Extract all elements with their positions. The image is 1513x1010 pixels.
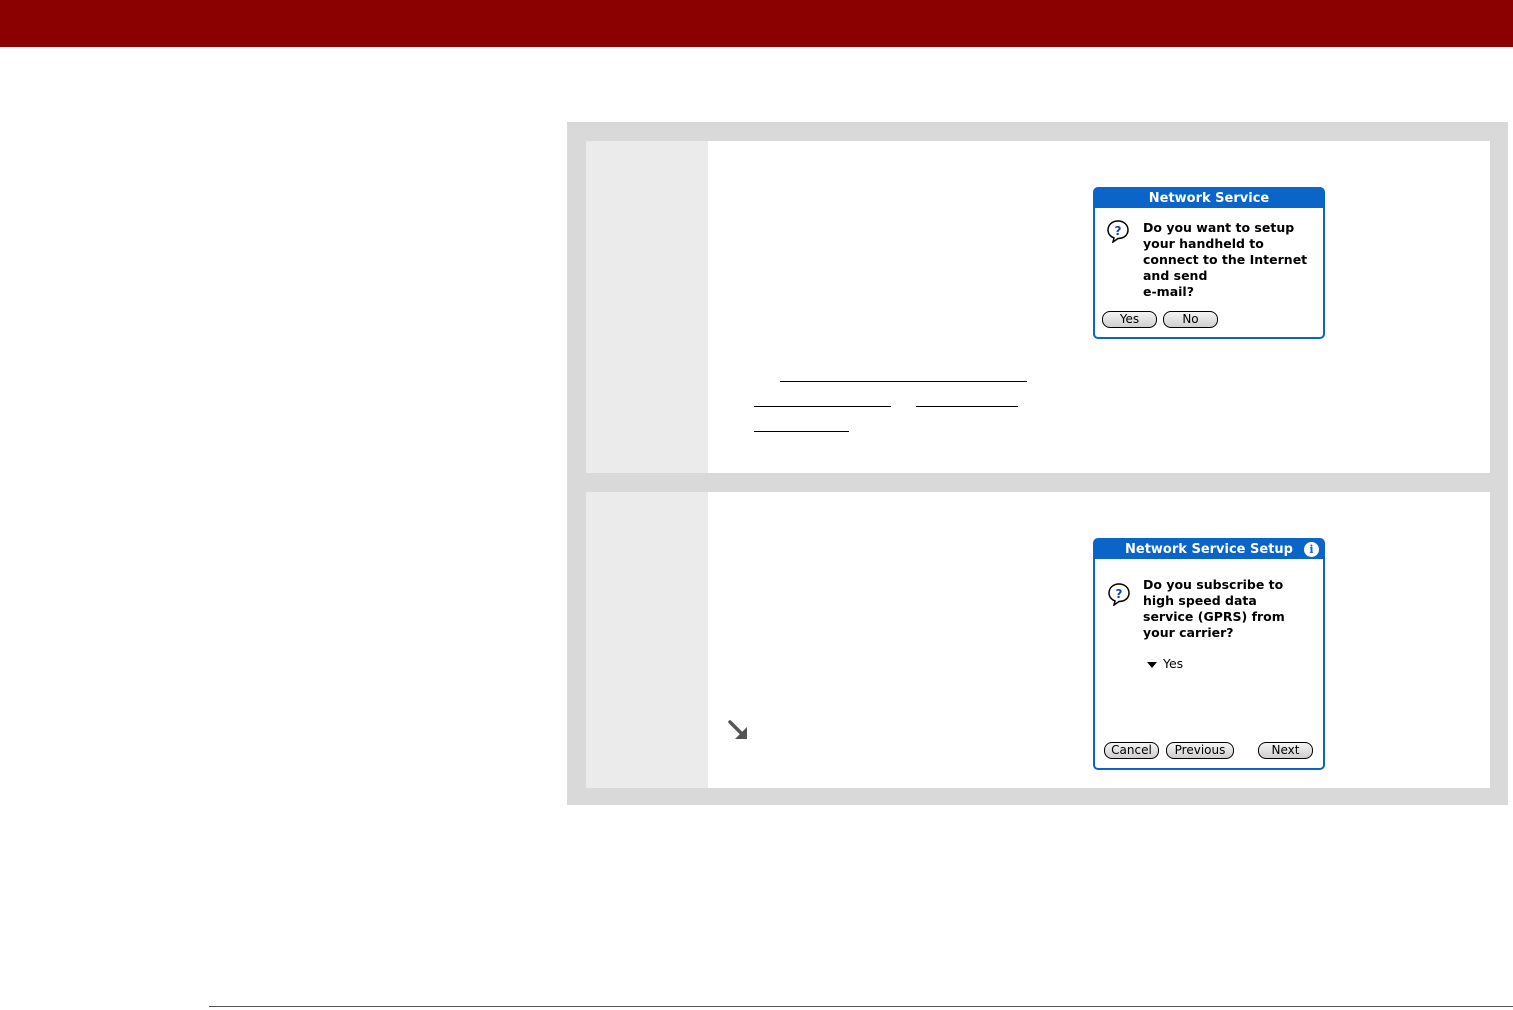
- link-underline[interactable]: [754, 431, 849, 432]
- dropdown-arrow-icon[interactable]: [1147, 662, 1157, 668]
- header-band: [0, 0, 1513, 47]
- cancel-button[interactable]: Cancel: [1104, 742, 1159, 759]
- step-body: Network Service ? Do you want to setup y…: [708, 141, 1490, 473]
- step-number-column: [586, 492, 708, 788]
- next-button[interactable]: Next: [1258, 742, 1313, 759]
- gprs-dropdown-value[interactable]: Yes: [1163, 656, 1183, 671]
- svg-text:?: ?: [1115, 224, 1122, 238]
- step-number-column: [586, 141, 708, 473]
- tip-arrow-icon: [728, 720, 747, 739]
- dialog-title: Network Service Setup: [1095, 540, 1323, 559]
- link-underline[interactable]: [754, 406, 891, 407]
- network-service-dialog: Network Service ? Do you want to setup y…: [1093, 187, 1325, 339]
- step-2: Network Service Setup i ? Do you subscri…: [586, 492, 1490, 788]
- yes-button[interactable]: Yes: [1102, 311, 1157, 328]
- no-button[interactable]: No: [1163, 311, 1218, 328]
- dialog-message: Do you want to setup your handheld to co…: [1143, 220, 1308, 299]
- question-icon: ?: [1107, 220, 1129, 243]
- dialog-message: Do you subscribe to high speed data serv…: [1143, 577, 1285, 640]
- step-1: Network Service ? Do you want to setup y…: [586, 141, 1490, 473]
- link-underline[interactable]: [780, 381, 1027, 382]
- previous-button[interactable]: Previous: [1166, 742, 1234, 759]
- info-icon[interactable]: i: [1304, 542, 1319, 557]
- network-service-setup-dialog: Network Service Setup i ? Do you subscri…: [1093, 538, 1325, 770]
- steps-panel: Network Service ? Do you want to setup y…: [567, 122, 1508, 805]
- svg-text:?: ?: [1116, 587, 1123, 601]
- question-icon: ?: [1108, 583, 1130, 606]
- dialog-title: Network Service: [1095, 189, 1323, 208]
- link-underline[interactable]: [916, 406, 1018, 407]
- footer-rule: [209, 1006, 1513, 1007]
- step-body: Network Service Setup i ? Do you subscri…: [708, 492, 1490, 788]
